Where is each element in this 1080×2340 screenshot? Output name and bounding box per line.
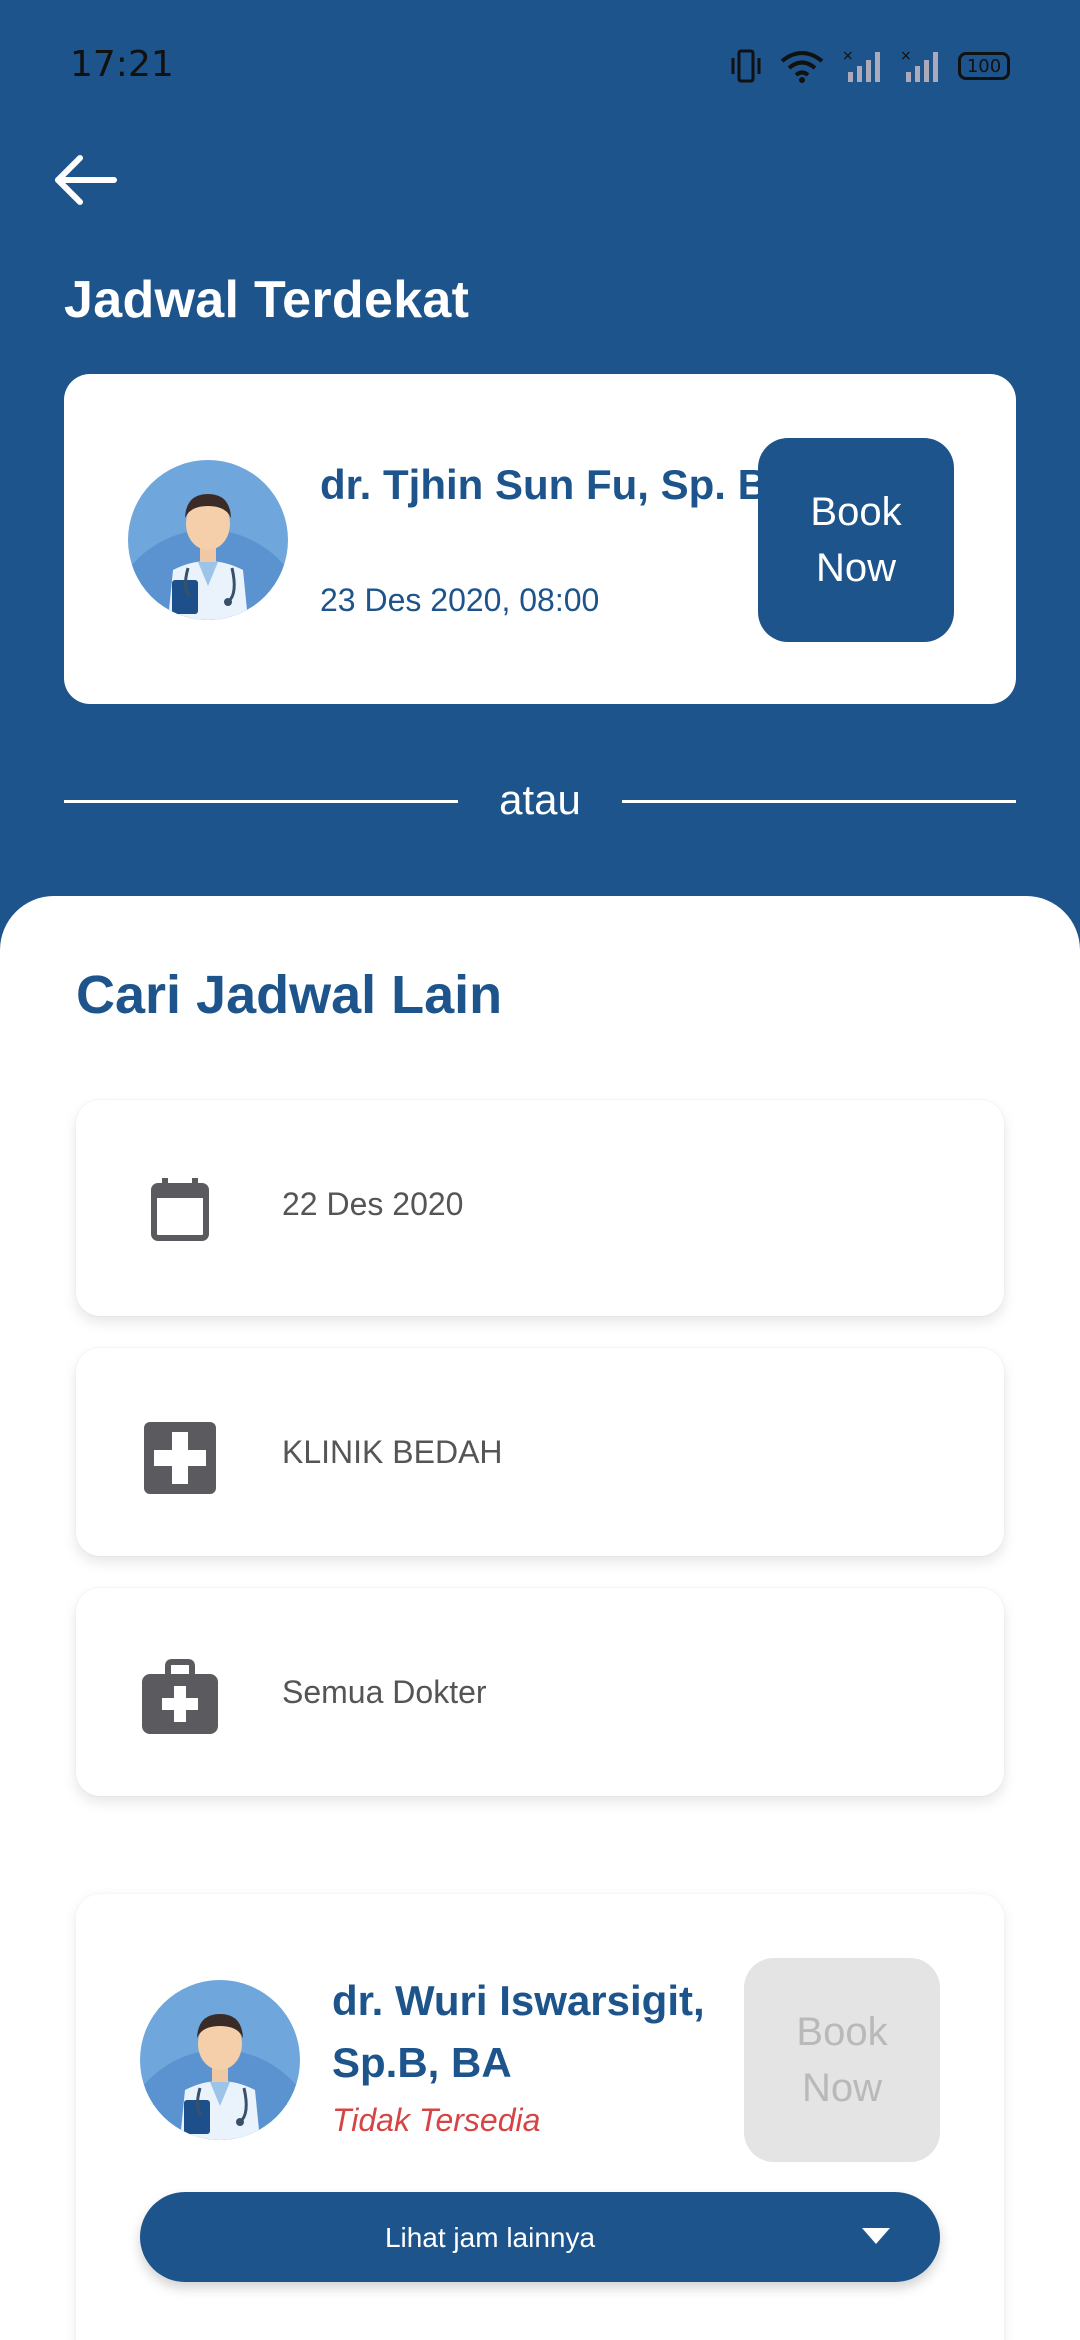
battery-icon: 100: [958, 52, 1010, 80]
divider-line-right: [622, 800, 1016, 803]
see-more-times-button[interactable]: Lihat jam lainnya: [140, 2192, 940, 2282]
search-sheet: Cari Jadwal Lain 22 Des 2020 KLINIK BEDA…: [0, 896, 1080, 2340]
back-arrow-icon: [55, 155, 117, 205]
doctor-value: Semua Dokter: [282, 1674, 487, 1710]
chevron-down-icon: [862, 2228, 890, 2244]
doctor-avatar: [128, 460, 288, 620]
doctor-avatar: [140, 1980, 300, 2140]
page-title: Jadwal Terdekat: [64, 271, 470, 329]
clinic-field[interactable]: KLINIK BEDAH: [76, 1348, 1004, 1556]
status-bar: 17:21 × × 100: [0, 0, 1080, 130]
signal-icon-2: ×: [900, 48, 938, 82]
nearest-schedule-card: dr. Tjhin Sun Fu, Sp. B 23 Des 2020, 08:…: [64, 374, 1016, 704]
doctor-field[interactable]: Semua Dokter: [76, 1588, 1004, 1796]
medical-cross-icon: [144, 1422, 216, 1494]
back-button[interactable]: [50, 150, 120, 210]
status-icons: × × 100: [730, 48, 1010, 84]
wifi-icon: [780, 51, 824, 83]
doctor-name: dr. Wuri Iswarsigit, Sp.B, BA: [332, 1977, 705, 2086]
vibrate-icon: [731, 49, 761, 83]
book-now-button-disabled[interactable]: Book Now: [744, 1958, 940, 2162]
medical-kit-icon: [142, 1659, 218, 1734]
svg-text:×: ×: [900, 48, 912, 64]
or-divider: atau: [64, 776, 1016, 823]
doctor-result-card: dr. Wuri Iswarsigit, Sp.B, BA Tidak Ters…: [76, 1894, 1004, 2340]
calendar-icon: [151, 1178, 209, 1241]
schedule-date: 23 Des 2020, 08:00: [320, 582, 600, 618]
date-field[interactable]: 22 Des 2020: [76, 1100, 1004, 1316]
signal-icon-1: ×: [842, 48, 880, 82]
date-value: 22 Des 2020: [282, 1186, 464, 1222]
availability-status: Tidak Tersedia: [332, 2102, 541, 2138]
see-more-times-label: Lihat jam lainnya: [384, 2222, 596, 2253]
book-now-button[interactable]: Book Now: [758, 438, 954, 642]
svg-text:×: ×: [842, 48, 854, 64]
doctor-name: dr. Tjhin Sun Fu, Sp. B: [320, 461, 768, 508]
status-time: 17:21: [70, 44, 174, 85]
battery-level: 100: [966, 55, 1002, 77]
search-title: Cari Jadwal Lain: [76, 965, 503, 1025]
clinic-value: KLINIK BEDAH: [282, 1434, 503, 1470]
